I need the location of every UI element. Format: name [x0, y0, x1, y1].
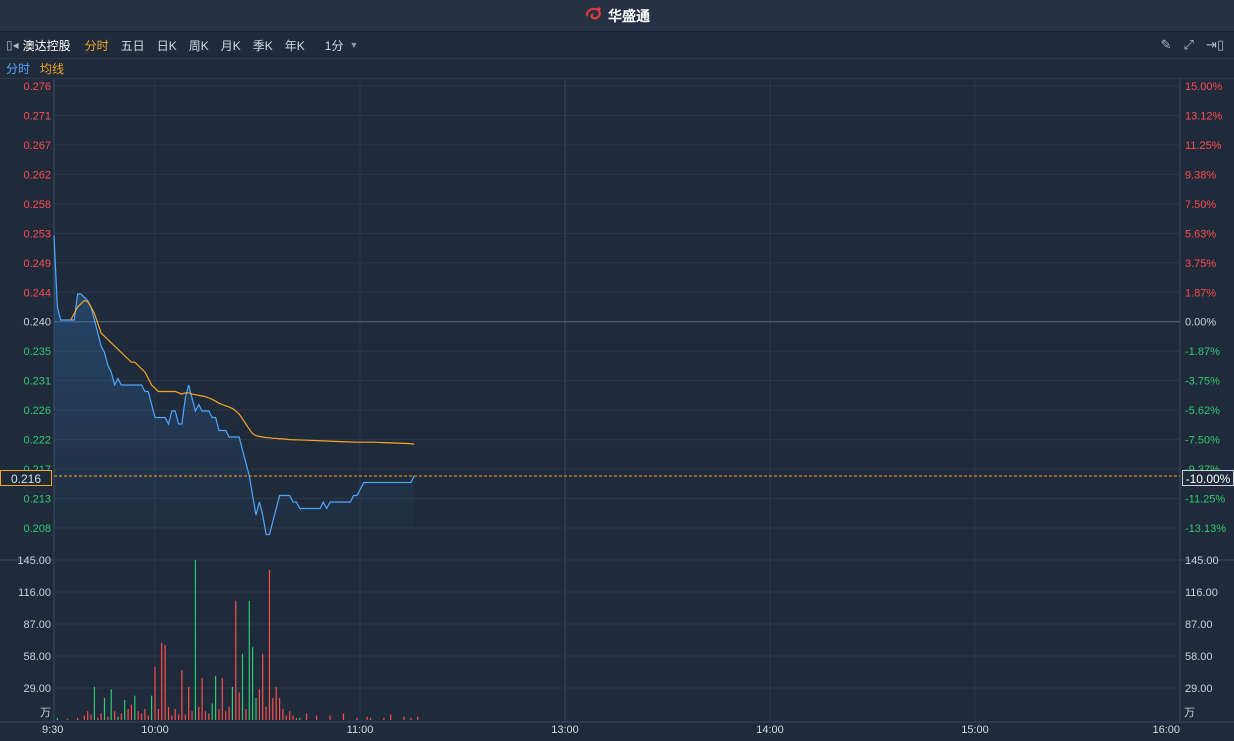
price-tick-label: 0.208 — [23, 523, 51, 535]
volume-unit-label-right: 万 — [1184, 707, 1195, 719]
pct-tick-label: -13.13% — [1185, 523, 1226, 535]
volume-tick-label-right: 116.00 — [1185, 587, 1218, 599]
price-tick-label: 0.267 — [23, 140, 51, 152]
intraday-chart[interactable]: 0.276 0.271 0.267 0.262 0.258 0.253 0.249 0.244… — [0, 0, 1234, 741]
time-axis-label: 15:00 — [961, 724, 989, 736]
current-price-label: 0.216 — [0, 470, 52, 486]
price-tick-label: 0.231 — [23, 376, 51, 388]
current-pct-label: -10.00% — [1182, 470, 1234, 486]
price-tick-label: 0.235 — [23, 346, 51, 358]
pct-tick-label: 13.12% — [1185, 110, 1223, 122]
volume-tick-label: 116.00 — [18, 587, 51, 599]
price-tick-label: 0.244 — [23, 287, 51, 299]
pct-tick-label: -5.62% — [1185, 405, 1220, 417]
time-axis-label: 10:00 — [141, 724, 169, 736]
pct-tick-label: 9.38% — [1185, 169, 1216, 181]
volume-tick-label: 58.00 — [23, 651, 51, 663]
pct-tick-label: 3.75% — [1185, 258, 1216, 270]
price-tick-label: 0.226 — [23, 405, 51, 417]
volume-tick-label-right: 87.00 — [1185, 619, 1213, 631]
volume-tick-label-right: 29.00 — [1185, 683, 1213, 695]
price-tick-label: 0.249 — [23, 258, 51, 270]
price-tick-label: 0.240 — [23, 317, 51, 329]
price-tick-label: 0.258 — [23, 199, 51, 211]
volume-tick-label: 29.00 — [23, 683, 51, 695]
price-tick-label: 0.253 — [23, 228, 51, 240]
volume-tick-label: 87.00 — [23, 619, 51, 631]
time-axis-label: 11:00 — [347, 724, 374, 736]
pct-tick-label: -1.87% — [1185, 346, 1220, 358]
pct-tick-label: 1.87% — [1185, 287, 1216, 299]
pct-tick-label: -3.75% — [1185, 376, 1220, 388]
pct-tick-label: 0.00% — [1185, 317, 1216, 329]
time-axis-label: 9:30 — [42, 724, 63, 736]
volume-unit-label: 万 — [40, 707, 51, 719]
price-tick-label: 0.271 — [23, 110, 51, 122]
price-tick-label: 0.222 — [23, 435, 51, 447]
pct-tick-label: 15.00% — [1185, 81, 1223, 93]
volume-tick-label-right: 145.00 — [1185, 555, 1219, 567]
volume-tick-label: 145.00 — [17, 555, 51, 567]
pct-tick-label: -11.25% — [1185, 494, 1225, 506]
pct-tick-label: -7.50% — [1185, 435, 1220, 447]
time-axis-label: 16:00 — [1152, 724, 1180, 736]
price-tick-label: 0.262 — [23, 169, 51, 181]
price-tick-label: 0.276 — [23, 81, 51, 93]
pct-tick-label: 5.63% — [1185, 228, 1216, 240]
pct-tick-label: 7.50% — [1185, 199, 1216, 211]
time-axis-label: 13:00 — [551, 724, 579, 736]
pct-tick-label: 11.25% — [1185, 140, 1222, 152]
volume-tick-label-right: 58.00 — [1185, 651, 1213, 663]
time-axis-label: 14:00 — [756, 724, 784, 736]
price-tick-label: 0.213 — [23, 494, 51, 506]
